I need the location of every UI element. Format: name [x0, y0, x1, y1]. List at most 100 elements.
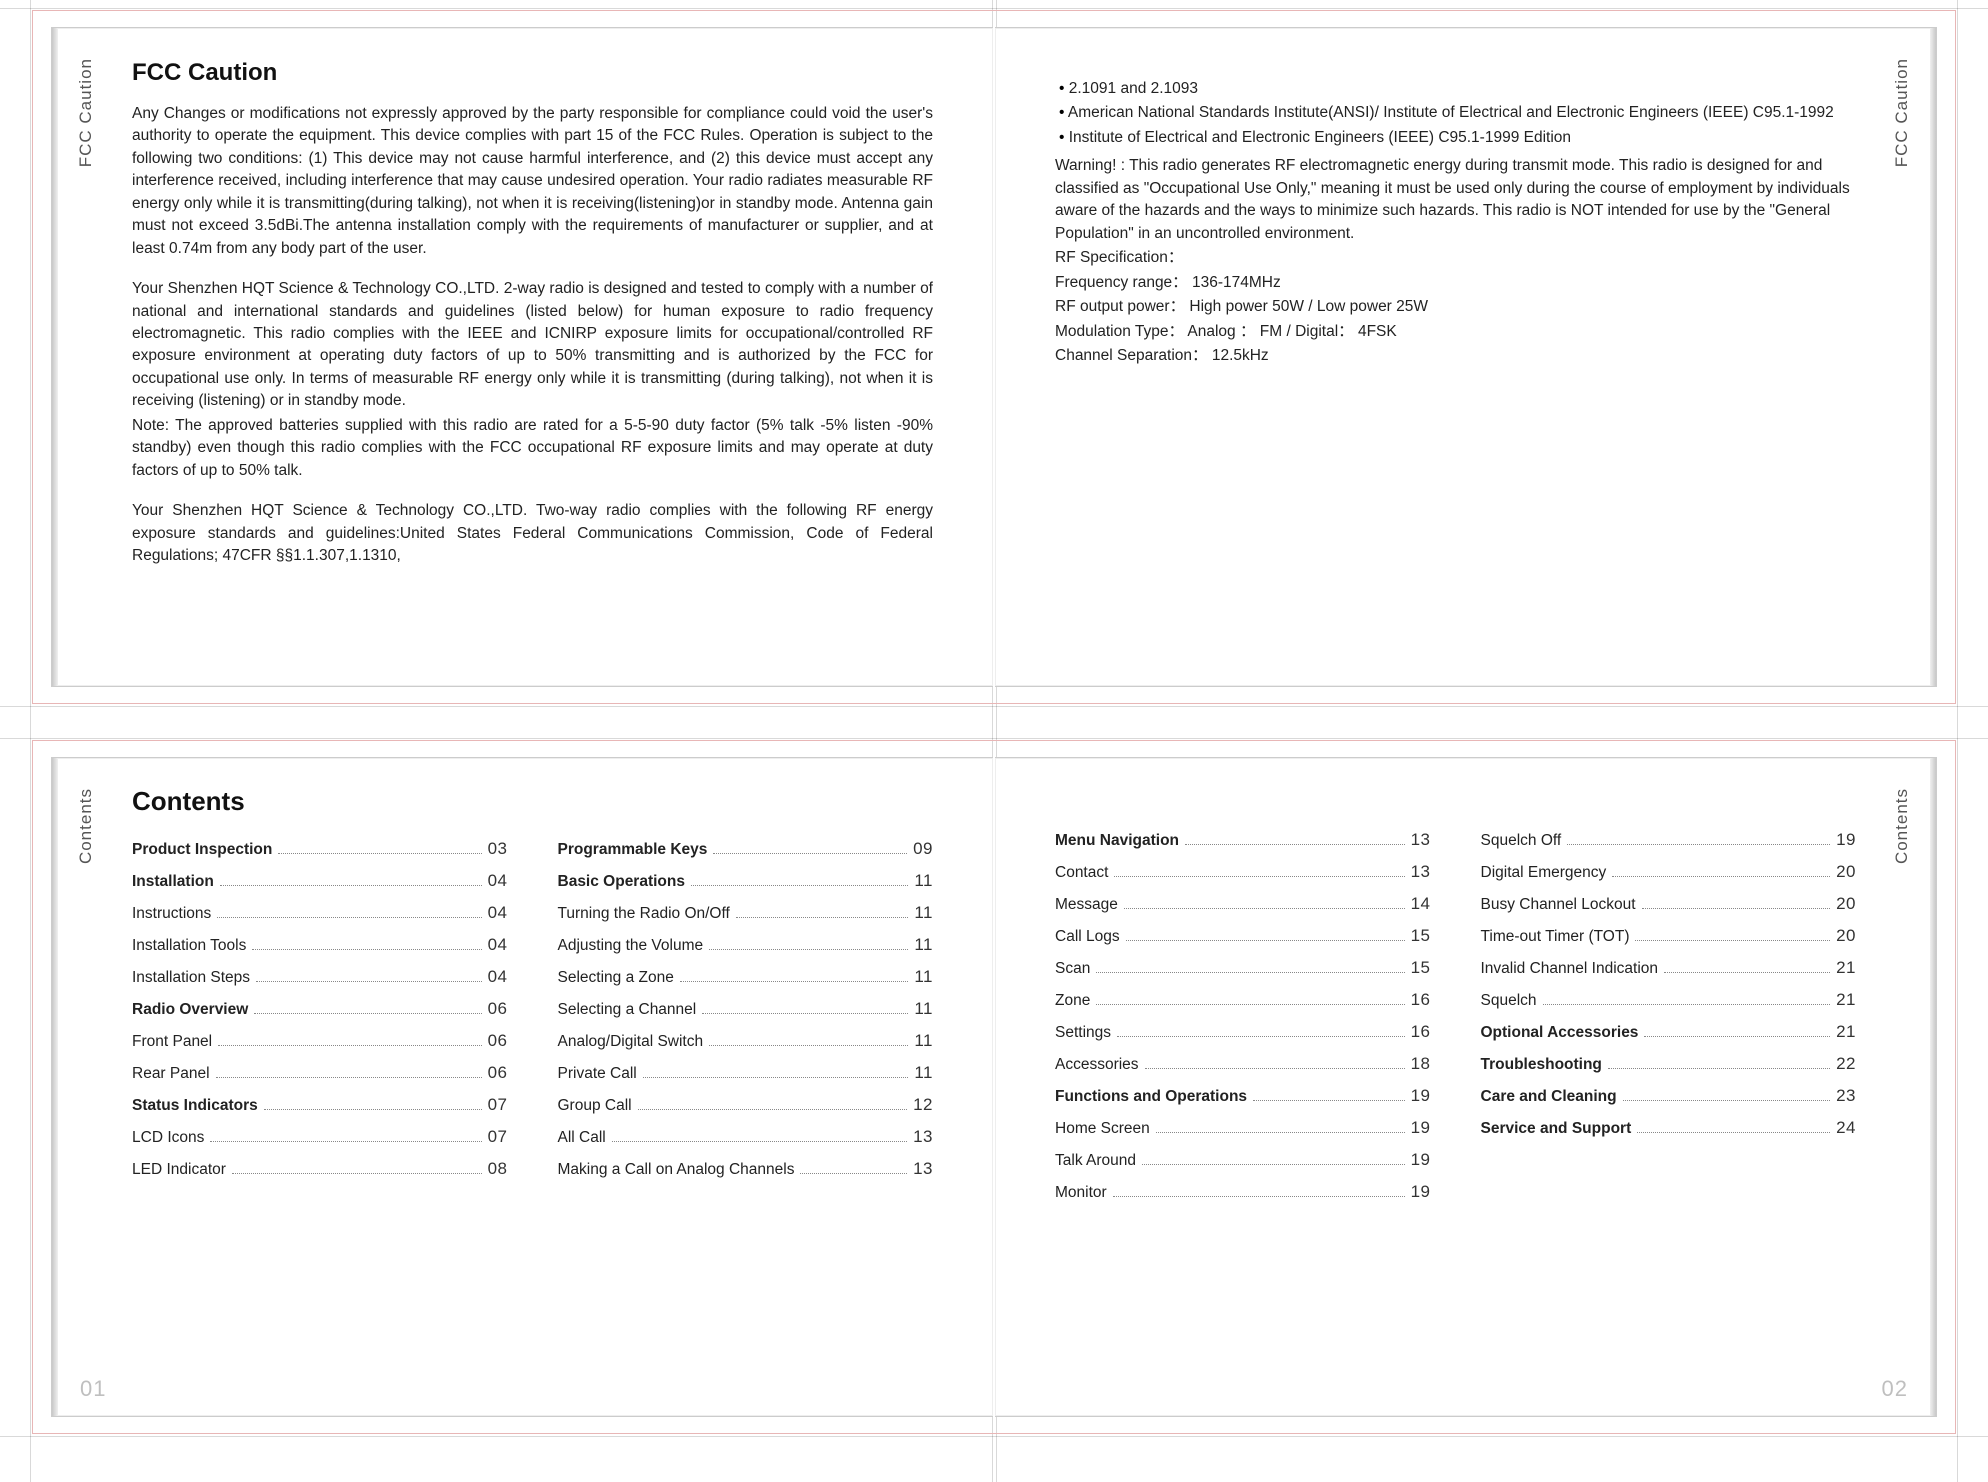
- toc-row: Status Indicators 07: [132, 1095, 508, 1115]
- toc-dots: [1114, 876, 1404, 877]
- toc-label: Radio Overview: [132, 1001, 248, 1019]
- spread-fcc: FCC Caution FCC Caution Any Changes or m…: [32, 10, 1956, 704]
- fcc-title: FCC Caution: [132, 56, 933, 91]
- toc-row: Troubleshooting22: [1481, 1054, 1857, 1074]
- fcc-left-content: FCC Caution Any Changes or modifications…: [132, 56, 933, 646]
- fcc-warning: Warning! : This radio generates RF elect…: [1055, 155, 1856, 245]
- toc-cols-left: Product Inspection03 Installation04 Instru…: [132, 839, 933, 1191]
- toc-label: Installation Steps: [132, 969, 250, 987]
- toc-row: Invalid Channel Indication 21: [1481, 958, 1857, 978]
- toc-row: Optional Accessories21: [1481, 1022, 1857, 1042]
- toc-row: Call Logs15: [1055, 926, 1431, 946]
- toc-label: Selecting a Zone: [558, 969, 674, 987]
- toc-label: Invalid Channel Indication: [1481, 960, 1659, 978]
- toc-label: Making a Call on Analog Channels: [558, 1161, 795, 1179]
- toc-dots: [256, 981, 482, 982]
- toc-label: Monitor: [1055, 1184, 1107, 1202]
- toc-dots: [1185, 844, 1405, 845]
- toc-dots: [709, 949, 908, 950]
- toc-dots: [1623, 1100, 1830, 1101]
- toc-dots: [1156, 1132, 1405, 1133]
- toc-col-2: Menu Navigation13Contact13Message14Call …: [1055, 830, 1431, 1214]
- toc-label: Selecting a Channel: [558, 1001, 697, 1019]
- toc-row: Service and Support24: [1481, 1118, 1857, 1138]
- toc-dots: [1124, 908, 1405, 909]
- toc-label: Care and Cleaning: [1481, 1088, 1617, 1106]
- rf-spec-1: RF output power： High power 50W / Low po…: [1055, 296, 1856, 318]
- toc-dots: [252, 949, 481, 950]
- rf-spec-0: Frequency range： 136-174MHz: [1055, 272, 1856, 294]
- toc-dots: [1644, 1036, 1830, 1037]
- toc-page: 11: [914, 999, 933, 1019]
- toc-page: 09: [913, 839, 933, 859]
- toc-dots: [1096, 972, 1404, 973]
- toc-page: 06: [488, 999, 508, 1019]
- toc-page: 21: [1836, 990, 1856, 1010]
- toc-label: Private Call: [558, 1065, 637, 1083]
- toc-label: Squelch Off: [1481, 832, 1562, 850]
- toc-dots: [736, 917, 909, 918]
- toc-label: Instructions: [132, 905, 211, 923]
- toc-page: 21: [1836, 958, 1856, 978]
- contents-right-area: Menu Navigation13Contact13Message14Call …: [1055, 830, 1856, 1376]
- toc-cols-right: Menu Navigation13Contact13Message14Call …: [1055, 830, 1856, 1214]
- toc-row: Care and Cleaning 23: [1481, 1086, 1857, 1106]
- toc-row: Radio Overview 06: [132, 999, 508, 1019]
- toc-row: LCD Icons07: [132, 1127, 508, 1147]
- toc-page: 06: [488, 1031, 508, 1051]
- toc-row: Programmable Keys09: [558, 839, 934, 859]
- toc-label: Service and Support: [1481, 1120, 1632, 1138]
- fcc-bullet-2: Institute of Electrical and Electronic E…: [1055, 127, 1856, 149]
- toc-page: 20: [1836, 894, 1856, 914]
- toc-row: Product Inspection03: [132, 839, 508, 859]
- toc-row: Zone16: [1055, 990, 1431, 1010]
- toc-page: 19: [1411, 1150, 1431, 1170]
- toc-page: 13: [1411, 862, 1431, 882]
- side-tab-contents-right: Contents: [1892, 788, 1912, 864]
- toc-label: Front Panel: [132, 1033, 212, 1051]
- toc-page: 14: [1411, 894, 1431, 914]
- toc-page: 13: [913, 1127, 933, 1147]
- toc-label: Analog/Digital Switch: [558, 1033, 704, 1051]
- toc-dots: [1612, 876, 1830, 877]
- toc-row: Instructions04: [132, 903, 508, 923]
- toc-dots: [278, 853, 481, 854]
- toc-label: Status Indicators: [132, 1097, 258, 1115]
- toc-page: 11: [914, 903, 933, 923]
- fcc-right-content: 2.1091 and 2.1093 American National Stan…: [1055, 78, 1856, 646]
- toc-row: Message14: [1055, 894, 1431, 914]
- toc-page: 04: [488, 871, 508, 891]
- page-contents-left: Contents Contents Product Inspection03In…: [51, 757, 993, 1417]
- toc-label: Accessories: [1055, 1056, 1139, 1074]
- toc-row: Home Screen19: [1055, 1118, 1431, 1138]
- toc-dots: [254, 1013, 481, 1014]
- toc-label: Squelch: [1481, 992, 1537, 1010]
- toc-page: 16: [1411, 990, 1431, 1010]
- toc-dots: [264, 1109, 482, 1110]
- toc-page: 13: [913, 1159, 933, 1179]
- toc-dots: [612, 1141, 907, 1142]
- toc-page: 11: [914, 967, 933, 987]
- toc-row: Installation04: [132, 871, 508, 891]
- toc-page: 07: [488, 1095, 508, 1115]
- toc-dots: [1637, 1132, 1830, 1133]
- toc-row: Making a Call on Analog Channels 13: [558, 1159, 934, 1179]
- toc-row: Menu Navigation13: [1055, 830, 1431, 850]
- side-tab-fcc-right: FCC Caution: [1892, 58, 1912, 167]
- toc-page: 20: [1836, 862, 1856, 882]
- toc-page: 19: [1411, 1086, 1431, 1106]
- toc-dots: [216, 1077, 482, 1078]
- side-tab-fcc-left: FCC Caution: [76, 58, 96, 167]
- spread-contents: Contents Contents Product Inspection03In…: [32, 740, 1956, 1434]
- toc-label: Scan: [1055, 960, 1090, 978]
- toc-page: 07: [488, 1127, 508, 1147]
- toc-dots: [1642, 908, 1830, 909]
- toc-dots: [1567, 844, 1830, 845]
- toc-label: Basic Operations: [558, 873, 686, 891]
- toc-dots: [1117, 1036, 1405, 1037]
- toc-row: Squelch 21: [1481, 990, 1857, 1010]
- toc-page: 11: [914, 935, 933, 955]
- toc-label: Turning the Radio On/Off: [558, 905, 730, 923]
- toc-page: 11: [914, 1063, 933, 1083]
- toc-page: 23: [1836, 1086, 1856, 1106]
